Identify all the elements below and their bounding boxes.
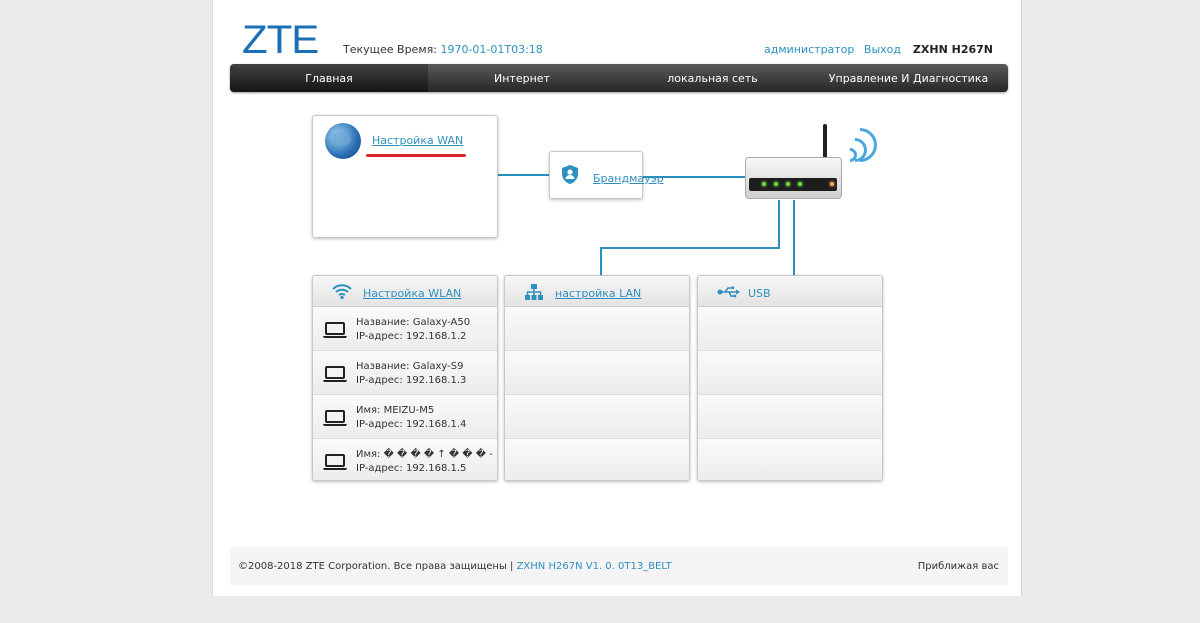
usb-icon xyxy=(717,286,740,298)
footer: ©2008-2018 ZTE Corporation. Все права за… xyxy=(230,547,1008,585)
device-name: Название: Galaxy-A50 xyxy=(356,317,471,328)
router-led xyxy=(830,182,834,186)
wire-router-lan-horizontal xyxy=(600,247,780,249)
firmware-version: ZXHN H267N V1. 0. 0T13_BELT xyxy=(516,561,672,572)
usb-empty-row xyxy=(698,307,882,351)
firewall-link[interactable]: Брандмауэр xyxy=(593,172,664,185)
usb-panel-header: USB xyxy=(698,276,882,307)
globe-icon xyxy=(325,123,361,159)
usb-empty-row xyxy=(698,439,882,480)
wire-router-usb xyxy=(793,200,795,275)
lan-empty-row xyxy=(505,351,689,395)
laptop-icon xyxy=(323,322,347,338)
current-time-value: 1970-01-01T03:18 xyxy=(440,43,543,56)
user-links: администратор Выход xyxy=(758,43,901,56)
device-model: ZXHN H267N xyxy=(912,43,993,56)
footer-copyright: ©2008-2018 ZTE Corporation. Все права за… xyxy=(238,561,672,572)
wan-settings-link[interactable]: Настройка WAN xyxy=(372,134,463,147)
main-nav: Главная Интернет локальная сеть Управлен… xyxy=(230,64,1008,92)
footer-slogan: Приближая вас xyxy=(917,561,999,572)
wlan-panel: Настройка WLAN Название: Galaxy-A50 IP-ад… xyxy=(312,275,498,481)
lan-empty-row xyxy=(505,395,689,439)
device-ip: IP-адрес: 192.168.1.2 xyxy=(356,331,467,342)
usb-empty-row xyxy=(698,351,882,395)
device-info: Название: Galaxy-S9 IP-адрес: 192.168.1.3 xyxy=(356,360,496,388)
current-time-label: Текущее Время: xyxy=(343,43,437,56)
device-info: Название: Galaxy-A50 IP-адрес: 192.168.1.… xyxy=(356,316,496,344)
device-ip: IP-адрес: 192.168.1.3 xyxy=(356,375,467,386)
device-ip: IP-адрес: 192.168.1.4 xyxy=(356,419,467,430)
lan-network-icon xyxy=(525,284,543,300)
lan-settings-link[interactable]: настройка LAN xyxy=(555,287,641,300)
tab-local-network[interactable]: локальная сеть xyxy=(616,64,809,92)
wire-wan-firewall xyxy=(498,174,549,176)
device-info: Имя: MEIZU-M5 IP-адрес: 192.168.1.4 xyxy=(356,404,496,432)
router-led xyxy=(798,182,802,186)
router-antenna xyxy=(823,124,827,160)
wifi-icon xyxy=(332,284,352,300)
page-container: ZTE Текущее Время: 1970-01-01T03:18 адми… xyxy=(212,0,1022,596)
wire-lan-drop xyxy=(600,247,602,275)
device-info: Имя: � � � � ↑ � � � - � ... IP-адрес: 19… xyxy=(356,448,496,476)
tab-internet[interactable]: Интернет xyxy=(428,64,616,92)
router-led xyxy=(786,182,790,186)
firewall-card: Брандмауэр xyxy=(549,151,664,199)
usb-panel: USB xyxy=(697,275,883,481)
device-name: Имя: MEIZU-M5 xyxy=(356,405,435,416)
usb-empty-row xyxy=(698,395,882,439)
red-underline-annotation xyxy=(366,154,466,157)
wlan-panel-header: Настройка WLAN xyxy=(313,276,497,307)
usb-link[interactable]: USB xyxy=(748,287,771,300)
wlan-device-row[interactable]: Имя: � � � � ↑ � � � - � ... IP-адрес: 19… xyxy=(313,439,497,480)
wan-card: Настройка WAN xyxy=(312,115,498,238)
device-ip: IP-адрес: 192.168.1.5 xyxy=(356,463,467,474)
zte-logo: ZTE xyxy=(242,18,319,62)
router-led xyxy=(774,182,778,186)
laptop-icon xyxy=(323,410,347,426)
tab-home[interactable]: Главная xyxy=(230,64,428,92)
lan-panel: настройка LAN xyxy=(504,275,690,481)
logout-link[interactable]: Выход xyxy=(864,43,901,56)
device-name: Название: Galaxy-S9 xyxy=(356,361,464,372)
lan-empty-row xyxy=(505,307,689,351)
wlan-device-row[interactable]: Название: Galaxy-A50 IP-адрес: 192.168.1.… xyxy=(313,307,497,351)
laptop-icon xyxy=(323,366,347,382)
device-name: Имя: � � � � ↑ � � � - � ... xyxy=(356,449,496,460)
shield-icon xyxy=(562,165,578,184)
tab-management-diagnostics[interactable]: Управление И Диагностика xyxy=(809,64,1008,92)
laptop-icon xyxy=(323,454,347,470)
copyright-text: ©2008-2018 ZTE Corporation. Все права за… xyxy=(238,561,514,572)
wlan-device-row[interactable]: Название: Galaxy-S9 IP-адрес: 192.168.1.3 xyxy=(313,351,497,395)
wlan-device-row[interactable]: Имя: MEIZU-M5 IP-адрес: 192.168.1.4 xyxy=(313,395,497,439)
router-icon xyxy=(745,124,845,202)
user-name-link[interactable]: администратор xyxy=(764,43,854,56)
wlan-settings-link[interactable]: Настройка WLAN xyxy=(363,287,461,300)
router-led xyxy=(762,182,766,186)
lan-empty-row xyxy=(505,439,689,480)
lan-panel-header: настройка LAN xyxy=(505,276,689,307)
wire-router-down-1 xyxy=(778,200,780,248)
current-time: Текущее Время: 1970-01-01T03:18 xyxy=(343,43,543,56)
